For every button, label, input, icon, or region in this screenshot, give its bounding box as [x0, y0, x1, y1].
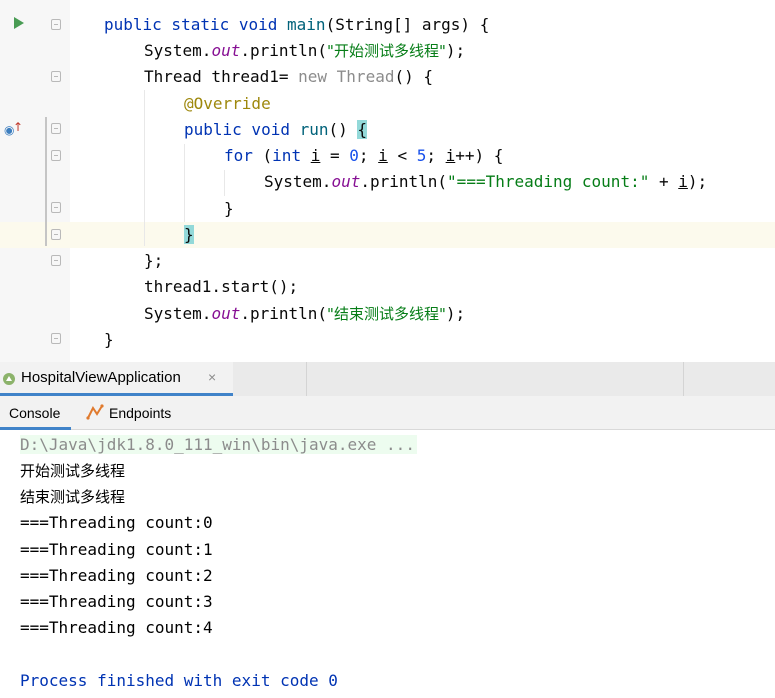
code-line: public static void main(String[] args) {	[104, 15, 490, 34]
code-line: System.out.println("结束测试多线程");	[144, 304, 466, 323]
console-line: ===Threading count:1	[20, 540, 213, 559]
fold-toggle-icon[interactable]	[51, 150, 61, 161]
code-line: for (int i = 0; i < 5; i++) {	[224, 146, 504, 165]
fold-toggle-icon[interactable]	[51, 229, 61, 240]
console-line: ===Threading count:2	[20, 566, 213, 585]
matched-brace: {	[357, 120, 368, 139]
run-tab-label: HospitalViewApplication	[21, 369, 181, 386]
code-editor[interactable]: ◉ ↑ public static void main(String[] arg…	[0, 0, 775, 362]
console-line: ===Threading count:3	[20, 592, 213, 611]
code-line: }	[184, 223, 194, 247]
code-line: thread1.start();	[144, 277, 299, 296]
console-output[interactable]: D:\Java\jdk1.8.0_111_win\bin\java.exe ..…	[0, 430, 775, 698]
code-line: };	[144, 251, 164, 270]
spring-boot-icon	[3, 373, 15, 385]
code-line: @Override	[184, 94, 271, 113]
code-line: public void run() {	[184, 120, 368, 139]
matched-brace: }	[184, 225, 194, 244]
fold-toggle-icon[interactable]	[51, 123, 61, 134]
console-command-line: D:\Java\jdk1.8.0_111_win\bin\java.exe ..…	[20, 435, 417, 454]
console-line: 结束测试多线程	[20, 488, 126, 506]
fold-toggle-icon[interactable]	[51, 255, 61, 266]
endpoints-icon	[86, 404, 104, 420]
fold-toggle-icon[interactable]	[51, 71, 61, 82]
code-line: System.out.println("开始测试多线程");	[144, 41, 466, 60]
console-line: ===Threading count:0	[20, 513, 213, 532]
current-line-highlight	[0, 222, 775, 248]
indent-guide	[224, 170, 225, 196]
indent-guide	[184, 144, 185, 222]
fold-toggle-icon[interactable]	[51, 19, 61, 30]
tab-divider	[683, 362, 684, 396]
code-line: Thread thread1= new Thread() {	[144, 67, 433, 86]
indent-guide	[144, 90, 145, 246]
code-line: System.out.println("===Threading count:"…	[264, 172, 708, 191]
code-line: }	[224, 199, 234, 218]
tab-divider	[306, 362, 307, 396]
gutter-divider	[70, 0, 71, 362]
fold-toggle-icon[interactable]	[51, 333, 61, 344]
process-exit-message: Process finished with exit code 0	[20, 671, 338, 690]
code-line: }	[104, 330, 114, 349]
console-line: ===Threading count:4	[20, 618, 213, 637]
console-line: 开始测试多线程	[20, 462, 126, 480]
tab-console-label: Console	[9, 405, 61, 421]
close-icon[interactable]: ×	[208, 369, 216, 385]
fold-toggle-icon[interactable]	[51, 202, 61, 213]
change-marker	[45, 117, 47, 246]
tab-endpoints[interactable]: Endpoints	[109, 405, 171, 421]
